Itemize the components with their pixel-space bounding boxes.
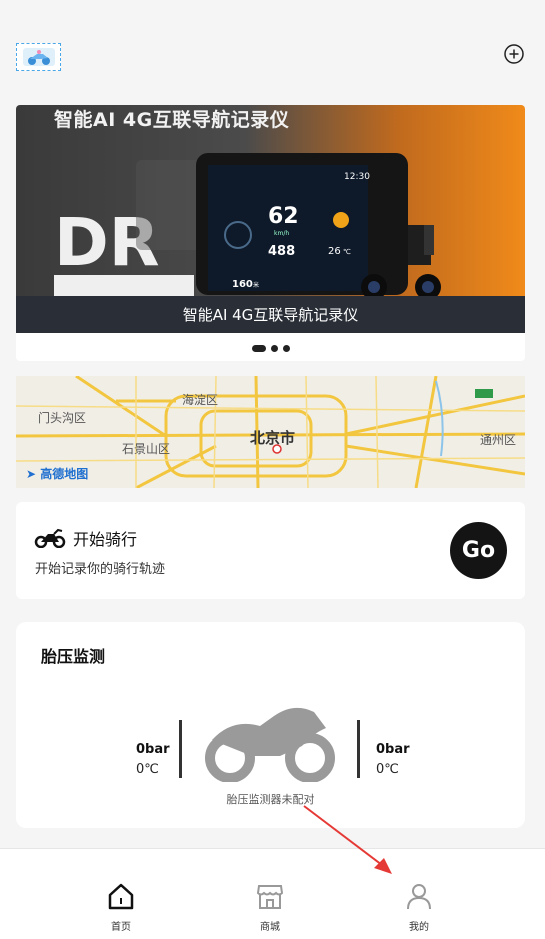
tire-title: 胎压监测 [41,647,106,666]
left-tire-temp: 0℃ [136,762,159,777]
tire-sensor-status: 胎压监测器未配对 [226,793,315,806]
map-brand-logo: ➤ 高德地图 [26,465,88,482]
left-tire-pressure: 0bar [136,742,170,757]
carousel-dot[interactable] [270,344,278,352]
ride-subtitle: 开始记录你的骑行轨迹 [35,562,166,577]
carousel-dot-active[interactable] [251,344,266,352]
map-label-mentougou: 门头沟区 [38,411,87,425]
amap-arrow-icon: ➤ [26,467,37,481]
device-time: 12:30 [344,172,370,182]
ride-title: 开始骑行 [73,530,138,549]
map-label-beijing: 北京市 [250,429,296,447]
nav-item-store[interactable]: 商城 [240,881,300,933]
map-label-shijingshan: 石景山区 [122,442,171,456]
motorcycle-icon [34,528,66,548]
right-tire-temp: 0℃ [376,762,399,777]
user-icon [407,884,431,910]
plus-circle-icon [504,44,524,64]
nav-item-home[interactable]: 首页 [91,881,151,933]
app-logo[interactable] [16,43,61,71]
map-label-tongzhou: 通州区 [480,433,517,447]
motorcycle-logo-icon [22,48,55,66]
tire-pressure-card[interactable]: 胎压监测 0bar 0℃ 0bar 0℃ 胎压监测器未配对 [16,622,525,828]
nav-item-me[interactable]: 我的 [389,881,449,933]
divider-right [357,720,360,778]
device-speed: 62 [268,204,299,229]
store-icon [256,885,284,909]
banner-caption: 智能AI 4G互联导航记录仪 [16,296,525,333]
nav-label-store: 商城 [260,922,280,933]
device-distance: 488 [268,244,295,259]
nav-label-home: 首页 [111,922,131,933]
device-temp: 26 [328,246,341,257]
carousel-dot[interactable] [282,344,290,352]
bottom-navigation: 首页 商城 我的 [0,848,545,939]
map-preview[interactable]: 海淀区 门头沟区 石景山区 北京市 通州区 ➤ 高德地图 [16,376,525,488]
start-ride-card[interactable]: 开始骑行 开始记录你的骑行轨迹 Go [16,502,525,599]
motorcycle-silhouette-icon [205,707,335,782]
map-label-haidian: 海淀区 [182,393,219,407]
nav-label-me: 我的 [409,922,429,933]
device-speed-unit: km/h [274,230,289,237]
add-button[interactable] [503,43,525,65]
device-nav-distance-unit: 米 [253,281,259,289]
device-nav-distance: 160 [232,279,253,290]
map-brand: 高德地图 [40,467,89,481]
right-tire-pressure: 0bar [376,742,410,757]
banner-carousel[interactable]: 智能AI 4G互联导航记录仪 DR 12:30 62 km/h 488 26 ℃… [16,105,525,361]
banner-image[interactable]: 智能AI 4G互联导航记录仪 DR 12:30 62 km/h 488 26 ℃… [16,105,525,296]
dashcam-device-illustration: DR 12:30 62 km/h 488 26 ℃ 160 米 [54,153,441,296]
device-temp-unit: ℃ [343,248,351,256]
carousel-indicator [16,343,525,353]
home-icon [108,883,134,910]
divider-left [179,720,182,778]
go-button[interactable]: Go [450,522,507,579]
